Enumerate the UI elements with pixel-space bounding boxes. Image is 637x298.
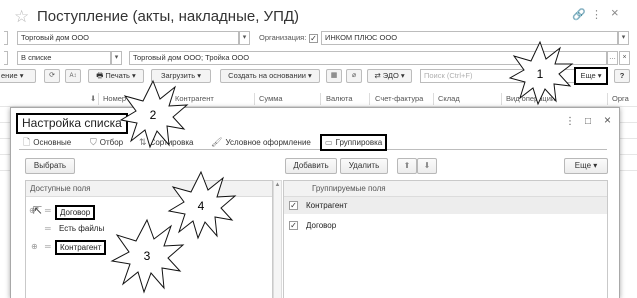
- callout-4: 4: [167, 170, 237, 240]
- callout-layer: 1 2 3 4: [110, 40, 574, 294]
- callout-number: 4: [198, 199, 205, 213]
- callout-number: 1: [537, 67, 544, 81]
- callout-1: 1: [508, 40, 574, 106]
- callout-number: 3: [144, 249, 151, 263]
- callout-number: 2: [150, 108, 157, 122]
- callout-3: 3: [110, 218, 185, 294]
- callout-2: 2: [119, 79, 189, 149]
